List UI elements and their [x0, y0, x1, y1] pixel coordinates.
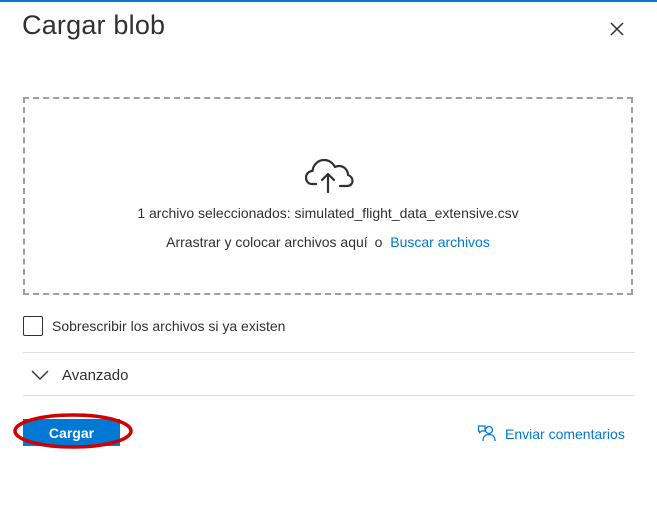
overwrite-checkbox[interactable] [23, 316, 43, 336]
send-feedback-label: Enviar comentarios [505, 426, 625, 442]
browse-files-link[interactable]: Buscar archivos [390, 234, 490, 250]
chevron-down-icon [31, 370, 49, 380]
advanced-toggle[interactable]: Avanzado [31, 364, 128, 386]
divider-bottom [23, 395, 635, 396]
advanced-label: Avanzado [62, 366, 129, 384]
send-feedback-link[interactable]: Enviar comentarios [477, 424, 625, 444]
divider-top [23, 352, 635, 353]
upload-button[interactable]: Cargar [23, 419, 120, 446]
feedback-icon [477, 425, 496, 442]
drag-drop-line: Arrastrar y colocar archivos aquí o Busc… [25, 234, 631, 250]
close-icon [610, 22, 624, 36]
drag-drop-text: Arrastrar y colocar archivos aquí [166, 234, 368, 250]
cloud-upload-icon [304, 158, 354, 194]
or-text: o [374, 234, 383, 250]
top-accent-bar [0, 0, 657, 2]
dialog-title: Cargar blob [22, 10, 166, 40]
close-button[interactable] [606, 18, 628, 40]
overwrite-label: Sobrescribir los archivos si ya existen [52, 318, 286, 334]
file-drop-zone[interactable]: 1 archivo seleccionados: simulated_fligh… [23, 97, 633, 295]
selected-file-text: 1 archivo seleccionados: simulated_fligh… [137, 205, 519, 221]
